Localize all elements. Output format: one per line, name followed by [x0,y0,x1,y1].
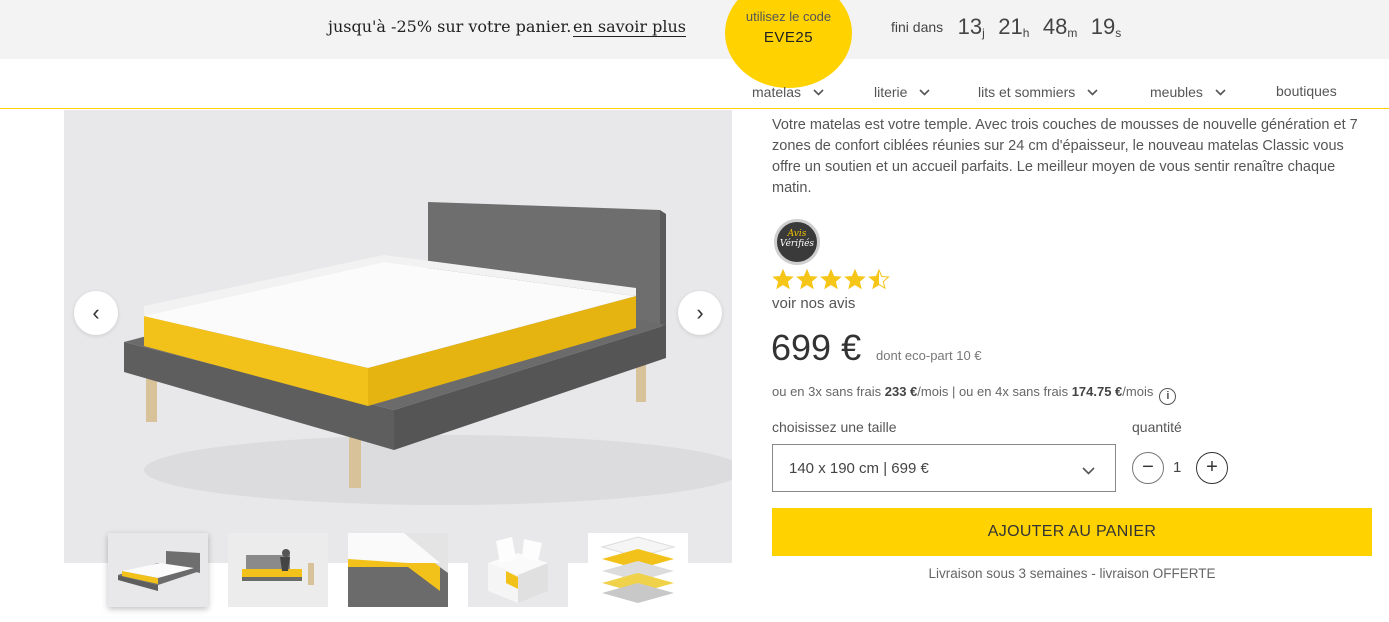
quantity-increase-button[interactable]: + [1196,452,1228,484]
promo-bar: jusqu'à -25% sur votre panier. en savoir… [0,0,1389,88]
size-select-value: 140 x 190 cm | 699 € [789,460,929,477]
size-label: choisissez une taille [772,419,897,435]
countdown-minutes: 48 [1042,14,1068,39]
quantity-value: 1 [1173,459,1182,476]
gallery-thumbnail[interactable] [588,533,688,607]
chevron-right-icon: › [696,300,704,325]
quantity-label: quantité [1132,419,1182,435]
nav-item-label: meubles [1150,84,1203,100]
countdown-days: 13 [957,14,983,39]
promo-learn-more-link[interactable]: en savoir plus [573,17,686,36]
rating-stars [772,268,902,297]
gallery-prev-button[interactable]: ‹ [74,291,118,335]
chevron-down-icon [919,83,930,99]
nav-item-label: lits et sommiers [978,84,1076,100]
product-description: Votre matelas est votre temple. Avec tro… [772,117,1358,196]
thumbnail-corner-image [348,533,448,607]
plus-icon: + [1206,456,1218,478]
star-rating-icon [772,268,890,290]
eco-part-note: dont eco-part 10 € [876,348,982,363]
installment-3x-amount: 233 € [884,384,918,399]
gallery-thumbnail[interactable] [348,533,448,607]
main-nav: matelas literie lits et sommiers meubles… [0,59,1389,109]
nav-item-label: literie [874,84,908,100]
thumbnail-bed-image [108,533,208,607]
chevron-down-icon [813,83,824,99]
bed-illustration [124,202,732,505]
installment-4x-amount: 174.75 € [1071,384,1123,399]
badge-text-avis: Avis [787,229,807,239]
gallery-thumbnail[interactable] [468,533,568,607]
see-reviews-link[interactable]: voir nos avis [772,295,855,312]
installment-info: ou en 3x sans frais 233 €/mois | ou en 4… [772,384,1177,405]
nav-item-lits-et-sommiers[interactable]: lits et sommiers [978,83,1098,100]
thumbnail-layers-image [588,533,688,607]
countdown-days-unit: j [982,26,985,40]
installment-4x-text: ou en 4x sans frais [958,384,1072,399]
installment-3x-suffix: /mois [917,384,949,399]
promo-code-label: utilisez le code [745,9,832,24]
installment-separator: | [948,384,959,399]
quantity-decrease-button[interactable]: − [1132,452,1164,484]
countdown-minutes-unit: m [1067,26,1078,40]
nav-item-meubles[interactable]: meubles [1150,83,1226,100]
promo-text: jusqu'à -25% sur votre panier. [328,17,572,36]
countdown-label: fini dans [891,19,944,35]
installment-3x-text: ou en 3x sans frais [772,384,885,399]
countdown-seconds-unit: s [1115,26,1122,40]
countdown-seconds: 19 [1090,14,1116,39]
size-select[interactable]: 140 x 190 cm | 699 € [772,444,1116,492]
delivery-info: Livraison sous 3 semaines - livraison OF… [928,566,1216,581]
countdown-timer: fini dans 13j 21h 48m 19s [891,14,1130,40]
product-price: 699 € [771,327,862,368]
chevron-left-icon: ‹ [92,300,100,325]
thumbnail-person-image [228,533,328,607]
nav-item-boutiques[interactable]: boutiques [1276,83,1337,99]
chevron-down-icon [1087,83,1098,99]
badge-text-verifies: Vérifiés [779,239,815,249]
promo-code: EVE25 [763,29,814,46]
minus-icon: − [1142,456,1154,478]
add-to-cart-button[interactable]: AJOUTER AU PANIER [772,508,1372,556]
nav-item-matelas[interactable]: matelas [752,83,824,100]
verified-reviews-badge[interactable]: Avis Vérifiés [774,219,820,265]
countdown-hours: 21 [998,14,1023,39]
nav-item-label: matelas [752,84,802,100]
installment-4x-suffix: /mois [1122,384,1154,399]
gallery-thumbnail[interactable] [108,533,208,607]
chevron-down-icon [1215,83,1226,99]
gallery-next-button[interactable]: › [678,291,722,335]
product-image [64,110,732,563]
thumbnail-box-image [468,533,568,607]
nav-item-label: boutiques [1276,83,1337,99]
countdown-hours-unit: h [1022,26,1030,40]
nav-item-literie[interactable]: literie [874,83,930,100]
info-icon[interactable]: i [1159,388,1177,405]
gallery-thumbnail[interactable] [228,533,328,607]
chevron-down-icon [1082,462,1095,480]
